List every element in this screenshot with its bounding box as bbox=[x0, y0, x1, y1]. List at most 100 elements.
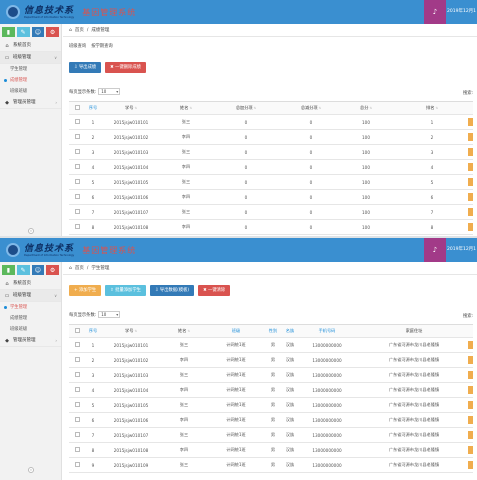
breadcrumb-home[interactable]: 首页 bbox=[75, 24, 84, 37]
cogs-icon[interactable]: ⚙ bbox=[46, 27, 59, 37]
signal-icon[interactable]: ▮ bbox=[2, 265, 15, 275]
sidebar-item-students[interactable]: 学生管理 bbox=[0, 302, 61, 313]
row-edit-button[interactable] bbox=[468, 118, 473, 126]
row-edit-button[interactable] bbox=[468, 133, 473, 141]
sidebar-item-class-management[interactable]: ▭ 班级管理 ∨ bbox=[0, 290, 61, 302]
table-row[interactable]: 2 2015jsjw010102 李四 0 0 100 2 bbox=[69, 129, 473, 145]
row-edit-button[interactable] bbox=[468, 341, 473, 349]
select-all-checkbox[interactable] bbox=[69, 101, 85, 115]
row-checkbox[interactable] bbox=[69, 457, 85, 473]
row-edit-button[interactable] bbox=[468, 193, 473, 201]
table-row[interactable]: 3 2015jsjw010103 张三 计网统1班男汉族 13000000000 广东省河… bbox=[69, 367, 473, 383]
row-checkbox[interactable] bbox=[69, 189, 85, 205]
table-row[interactable]: 3 2015jsjw010103 张三 0 0 100 3 bbox=[69, 144, 473, 160]
table-row[interactable]: 2 2015jsjw010102 李四 计网统1班男汉族 13000000000 广东省河… bbox=[69, 352, 473, 368]
column-header-gender[interactable]: 性别 bbox=[265, 324, 281, 338]
table-row[interactable]: 6 2015jsjw010106 李四 0 0 100 6 bbox=[69, 189, 473, 205]
table-row[interactable]: 7 2015jsjw010107 张三 0 0 100 7 bbox=[69, 204, 473, 220]
tab-class-query[interactable]: 班级查询 bbox=[69, 43, 86, 49]
add-student-button[interactable]: + 添加学生 bbox=[69, 285, 102, 296]
export-template-button[interactable]: ⇩ 导出数据(模板) bbox=[149, 285, 195, 296]
table-row[interactable]: 8 2015jsjw010108 李四 计网统1班男汉族 13000000000 广东省河… bbox=[69, 442, 473, 458]
column-header-deduction[interactable]: 总减分项⇅ bbox=[281, 101, 341, 115]
table-row[interactable]: 1 2015jsjw010101 张三 计网统1班男汉族 13000000000 广东省河… bbox=[69, 337, 473, 353]
column-header-phone[interactable]: 手机号码 bbox=[299, 324, 355, 338]
export-grades-button[interactable]: ⇩ 导出成绩 bbox=[69, 62, 102, 73]
sidebar-item-grades[interactable]: 成绩管理 bbox=[0, 75, 61, 86]
row-checkbox[interactable] bbox=[69, 442, 85, 458]
clear-all-button[interactable]: ✖ 一键清除 bbox=[198, 285, 231, 296]
sidebar-item-home[interactable]: ⌂ 系统首页 bbox=[0, 278, 61, 290]
sidebar-item-students[interactable]: 学生管理 bbox=[0, 64, 61, 75]
column-header-class[interactable]: 班级 bbox=[207, 324, 265, 338]
users-icon[interactable]: ☺ bbox=[31, 27, 45, 37]
column-header-bonus[interactable]: 总加分项⇅ bbox=[211, 101, 281, 115]
batch-add-students-button[interactable]: ⇧ 批量添加学生 bbox=[105, 285, 146, 296]
row-checkbox[interactable] bbox=[69, 219, 85, 235]
row-checkbox[interactable] bbox=[69, 367, 85, 383]
column-header-name[interactable]: 姓名⇅ bbox=[161, 324, 207, 338]
sidebar-item-home[interactable]: ⌂ 系统首页 bbox=[0, 40, 61, 52]
delete-grades-button[interactable]: ✖ 一键删除成绩 bbox=[105, 62, 146, 73]
row-edit-button[interactable] bbox=[468, 223, 473, 231]
column-header-student-id[interactable]: 学号⇅ bbox=[101, 324, 161, 338]
table-row[interactable]: 5 2015jsjw010105 张三 0 0 100 5 bbox=[69, 174, 473, 190]
row-edit-button[interactable] bbox=[468, 163, 473, 171]
sidebar-item-classes[interactable]: 班级班级 bbox=[0, 86, 61, 97]
column-header-ethnicity[interactable]: 名族 bbox=[281, 324, 299, 338]
column-header-index[interactable]: 序号 bbox=[85, 324, 101, 338]
row-edit-button[interactable] bbox=[468, 461, 473, 469]
column-header-student-id[interactable]: 学号⇅ bbox=[101, 101, 161, 115]
signal-icon[interactable]: ▮ bbox=[2, 27, 15, 37]
row-edit-button[interactable] bbox=[468, 386, 473, 394]
notification-button[interactable]: ♪ bbox=[424, 238, 446, 262]
sidebar-collapse-button[interactable]: « bbox=[28, 467, 34, 473]
users-icon[interactable]: ☺ bbox=[31, 265, 45, 275]
row-checkbox[interactable] bbox=[69, 144, 85, 160]
sidebar-item-grades[interactable]: 成绩管理 bbox=[0, 313, 61, 324]
row-edit-button[interactable] bbox=[468, 416, 473, 424]
row-checkbox[interactable] bbox=[69, 352, 85, 368]
row-edit-button[interactable] bbox=[468, 431, 473, 439]
table-row[interactable]: 1 2015jsjw010101 张三 0 0 100 1 bbox=[69, 114, 473, 130]
table-row[interactable]: 5 2015jsjw010105 张三 计网统1班男汉族 13000000000 广东省河… bbox=[69, 397, 473, 413]
row-edit-button[interactable] bbox=[468, 371, 473, 379]
column-header-name[interactable]: 姓名⇅ bbox=[161, 101, 211, 115]
table-row[interactable]: 4 2015jsjw010104 李四 0 0 100 4 bbox=[69, 159, 473, 175]
row-edit-button[interactable] bbox=[468, 208, 473, 216]
row-edit-button[interactable] bbox=[468, 356, 473, 364]
pencil-icon[interactable]: ✎ bbox=[16, 265, 30, 275]
row-checkbox[interactable] bbox=[69, 397, 85, 413]
sidebar-item-classes[interactable]: 班级班级 bbox=[0, 324, 61, 335]
row-checkbox[interactable] bbox=[69, 412, 85, 428]
table-row[interactable]: 9 2015jsjw010109 张三 计网统1班男汉族 13000000000 广东省河… bbox=[69, 457, 473, 473]
tab-semester-query[interactable]: 按学期查询 bbox=[91, 43, 112, 49]
breadcrumb-home[interactable]: 首页 bbox=[75, 262, 84, 275]
row-checkbox[interactable] bbox=[69, 427, 85, 443]
row-edit-button[interactable] bbox=[468, 446, 473, 454]
table-row[interactable]: 8 2015jsjw010108 李四 0 0 100 8 bbox=[69, 219, 473, 235]
row-checkbox[interactable] bbox=[69, 382, 85, 398]
select-all-checkbox[interactable] bbox=[69, 324, 85, 338]
column-header-index[interactable]: 序号 bbox=[85, 101, 101, 115]
row-checkbox[interactable] bbox=[69, 337, 85, 353]
sidebar-item-admin[interactable]: ◆ 管理员管理 › bbox=[0, 97, 61, 109]
notification-button[interactable]: ♪ bbox=[424, 0, 446, 24]
row-checkbox[interactable] bbox=[69, 174, 85, 190]
page-size-select[interactable]: 10 bbox=[98, 311, 121, 318]
row-checkbox[interactable] bbox=[69, 114, 85, 130]
row-checkbox[interactable] bbox=[69, 204, 85, 220]
row-edit-button[interactable] bbox=[468, 178, 473, 186]
cogs-icon[interactable]: ⚙ bbox=[46, 265, 59, 275]
pencil-icon[interactable]: ✎ bbox=[16, 27, 30, 37]
row-edit-button[interactable] bbox=[468, 148, 473, 156]
column-header-total[interactable]: 总分⇅ bbox=[341, 101, 391, 115]
table-row[interactable]: 6 2015jsjw010106 李四 计网统1班男汉族 13000000000 广东省河… bbox=[69, 412, 473, 428]
column-header-rank[interactable]: 排名⇅ bbox=[391, 101, 473, 115]
table-row[interactable]: 7 2015jsjw010107 张三 计网统1班男汉族 13000000000 广东省河… bbox=[69, 427, 473, 443]
row-checkbox[interactable] bbox=[69, 129, 85, 145]
row-checkbox[interactable] bbox=[69, 159, 85, 175]
column-header-address[interactable]: 家庭住址 bbox=[355, 324, 473, 338]
sidebar-collapse-button[interactable]: « bbox=[28, 228, 34, 234]
table-row[interactable]: 4 2015jsjw010104 李四 计网统1班男汉族 13000000000 广东省河… bbox=[69, 382, 473, 398]
